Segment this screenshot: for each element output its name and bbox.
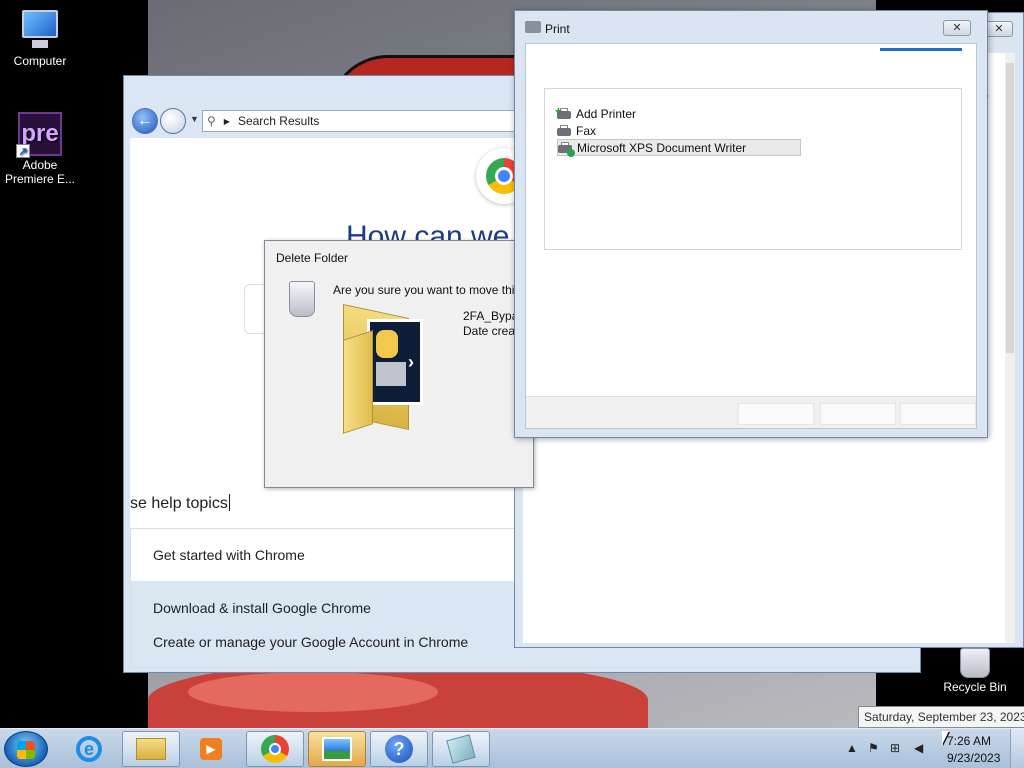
history-dropdown-icon[interactable]: ▼ (190, 114, 199, 124)
desktop-icon-computer[interactable]: Computer (0, 8, 80, 68)
printer-item-xps[interactable]: Microsoft XPS Document Writer (557, 139, 801, 157)
folder-icon: › (343, 303, 427, 434)
desktop-icon-label: Computer (13, 54, 67, 68)
forward-button[interactable] (160, 108, 186, 134)
computer-icon (18, 8, 62, 52)
dialog-body: Are you sure you want to move thi › 2FA_… (271, 271, 529, 483)
print-footer (526, 396, 976, 428)
window-title: Print (545, 22, 570, 36)
taskbar-notes-button[interactable] (432, 731, 490, 767)
help-icon: ? (385, 735, 413, 763)
printer-item-fax[interactable]: Fax (557, 122, 606, 139)
recycle-bin-icon (960, 648, 990, 678)
action-center-icon[interactable]: ⚑ (868, 741, 879, 755)
taskbar-photos-button[interactable] (308, 731, 366, 767)
media-player-icon: ▶ (200, 738, 222, 760)
shortcut-arrow-icon: ↗ (16, 144, 30, 158)
wallpaper-shape (188, 672, 438, 712)
photos-icon (322, 737, 352, 761)
volume-icon[interactable]: ◀ (914, 741, 923, 755)
desktop-icon-label: Recycle Bin (943, 680, 1007, 694)
back-arrow-icon: ← (137, 112, 153, 129)
printer-item-add-printer[interactable]: + Add Printer (555, 104, 646, 122)
notes-icon (446, 734, 476, 764)
desktop-icon-recycle-bin[interactable]: Recycle Bin (936, 648, 1014, 694)
printer-icon (525, 21, 541, 33)
printer-label: Fax (576, 123, 597, 138)
taskbar: e ▶ ? ▲ ⚑ ⊞ ◀ 7:26 AM 9/23/2023 (0, 728, 1024, 768)
print-button[interactable] (900, 403, 976, 425)
print-window: Print ✕ + Add Printer Fax Microsoft XPS … (514, 10, 988, 438)
ie-icon: e (76, 736, 102, 762)
printer-label: Microsoft XPS Document Writer (577, 140, 747, 155)
default-printer-icon (558, 141, 575, 157)
address-bar[interactable]: ⚲ ▶ Search Results (202, 110, 532, 132)
taskbar-help-button[interactable]: ? (370, 731, 428, 767)
system-tray: ▲ ⚑ ⊞ ◀ 7:26 AM 9/23/2023 (842, 729, 1024, 768)
file-name: 2FA_Bypa (463, 309, 519, 323)
fax-icon (557, 124, 571, 137)
taskbar-media-button[interactable]: ▶ (182, 731, 240, 767)
breadcrumb-arrow-icon: ▶ (223, 116, 230, 126)
date-tooltip: Saturday, September 23, 2023 (858, 706, 1024, 728)
taskbar-explorer-button[interactable] (122, 731, 180, 767)
chrome-icon (261, 735, 289, 763)
clock-date[interactable]: 9/23/2023 (947, 751, 1000, 765)
print-content: + Add Printer Fax Microsoft XPS Document… (525, 43, 977, 429)
address-text: Search Results (237, 114, 320, 128)
clock-time[interactable]: 7:26 AM (947, 734, 991, 748)
topic-header-label: Get started with Chrome (153, 547, 305, 563)
show-hidden-icons-icon[interactable]: ▲ (846, 741, 858, 755)
premiere-icon: pre ↗ (16, 112, 62, 158)
search-icon: ⚲ (207, 114, 216, 128)
help-search-input[interactable]: se help topics (130, 494, 230, 513)
desktop-icon-premiere[interactable]: pre ↗ Adobe Premiere E... (0, 112, 80, 186)
windows-logo-icon (17, 741, 35, 759)
taskbar-chrome-button[interactable] (246, 731, 304, 767)
taskbar-ie-button[interactable]: e (60, 731, 118, 767)
print-button[interactable] (820, 403, 896, 425)
show-desktop-button[interactable] (1010, 729, 1024, 768)
printer-label: Add Printer (576, 106, 637, 121)
desktop-icon-label: Adobe Premiere E... (4, 158, 76, 186)
back-button[interactable]: ← (132, 108, 158, 134)
accent-bar (880, 48, 962, 51)
print-button[interactable] (738, 403, 814, 425)
scrollbar[interactable] (1005, 53, 1015, 643)
network-icon[interactable]: ⊞ (890, 741, 900, 755)
recycle-bin-icon (289, 281, 315, 317)
close-button[interactable]: ✕ (943, 20, 971, 36)
start-button[interactable] (4, 731, 48, 767)
add-printer-icon: + (555, 104, 571, 120)
folder-icon (136, 738, 166, 760)
help-toolbar: ← ▼ ⚲ ▶ Search Results (130, 106, 532, 136)
printer-list: + Add Printer Fax Microsoft XPS Document… (544, 88, 962, 250)
dialog-title: Delete Folder (276, 251, 349, 265)
close-button[interactable]: ✕ (985, 21, 1013, 37)
delete-folder-dialog: Delete Folder Are you sure you want to m… (264, 240, 534, 488)
file-date: Date creat (463, 324, 519, 338)
mouse-cursor-icon (942, 731, 949, 745)
delete-question: Are you sure you want to move thi (333, 283, 515, 297)
